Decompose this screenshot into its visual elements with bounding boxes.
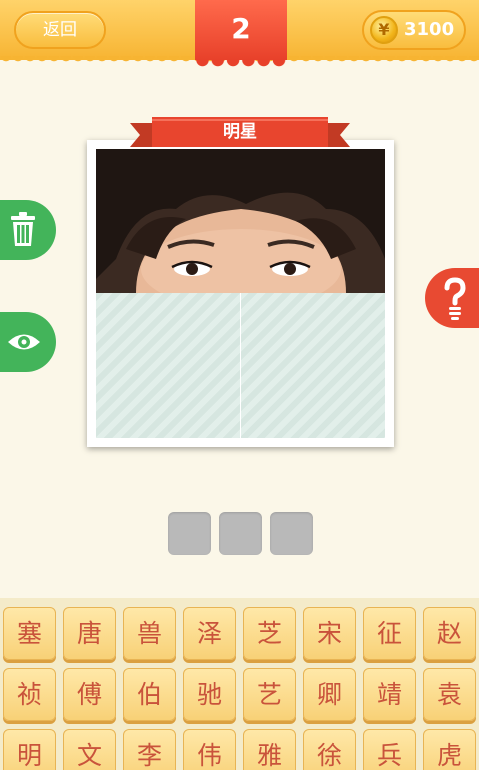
character-key[interactable]: 兵 — [363, 729, 416, 770]
character-key[interactable]: 驰 — [183, 668, 236, 721]
character-key[interactable]: 卿 — [303, 668, 356, 721]
character-key[interactable]: 征 — [363, 607, 416, 660]
level-tab-scallop — [195, 60, 287, 70]
question-icon — [444, 277, 466, 320]
character-key[interactable]: 李 — [123, 729, 176, 770]
character-key[interactable]: 袁 — [423, 668, 476, 721]
photo-card — [87, 140, 394, 447]
level-number: 2 — [195, 0, 287, 60]
character-key[interactable]: 靖 — [363, 668, 416, 721]
eye-icon — [8, 334, 40, 350]
hint-button[interactable] — [425, 268, 479, 328]
answer-slot[interactable] — [219, 512, 262, 555]
coin-count: 3100 — [404, 19, 455, 40]
reveal-button[interactable] — [0, 312, 56, 372]
character-key[interactable]: 泽 — [183, 607, 236, 660]
character-key[interactable]: 伟 — [183, 729, 236, 770]
answer-slot[interactable] — [168, 512, 211, 555]
character-key[interactable]: 塞 — [3, 607, 56, 660]
hidden-area-divider — [240, 293, 241, 438]
character-key[interactable]: 文 — [63, 729, 116, 770]
back-button[interactable]: 返回 — [14, 11, 106, 49]
character-key[interactable]: 伯 — [123, 668, 176, 721]
remove-letters-button[interactable] — [0, 200, 56, 260]
character-key[interactable]: 艺 — [243, 668, 296, 721]
coin-balance[interactable]: ¥ 3100 — [362, 10, 466, 50]
character-key[interactable]: 唐 — [63, 607, 116, 660]
celebrity-photo — [96, 149, 385, 293]
coin-icon: ¥ — [370, 16, 398, 44]
answer-slot[interactable] — [270, 512, 313, 555]
character-key[interactable]: 雅 — [243, 729, 296, 770]
character-key[interactable]: 兽 — [123, 607, 176, 660]
character-key[interactable]: 宋 — [303, 607, 356, 660]
character-key[interactable]: 祯 — [3, 668, 56, 721]
category-label: 明星 — [223, 122, 257, 142]
character-key[interactable]: 赵 — [423, 607, 476, 660]
character-key[interactable]: 芝 — [243, 607, 296, 660]
character-key[interactable]: 明 — [3, 729, 56, 770]
character-key[interactable]: 虎 — [423, 729, 476, 770]
character-key[interactable]: 傅 — [63, 668, 116, 721]
trash-icon — [11, 212, 35, 246]
character-key[interactable]: 徐 — [303, 729, 356, 770]
